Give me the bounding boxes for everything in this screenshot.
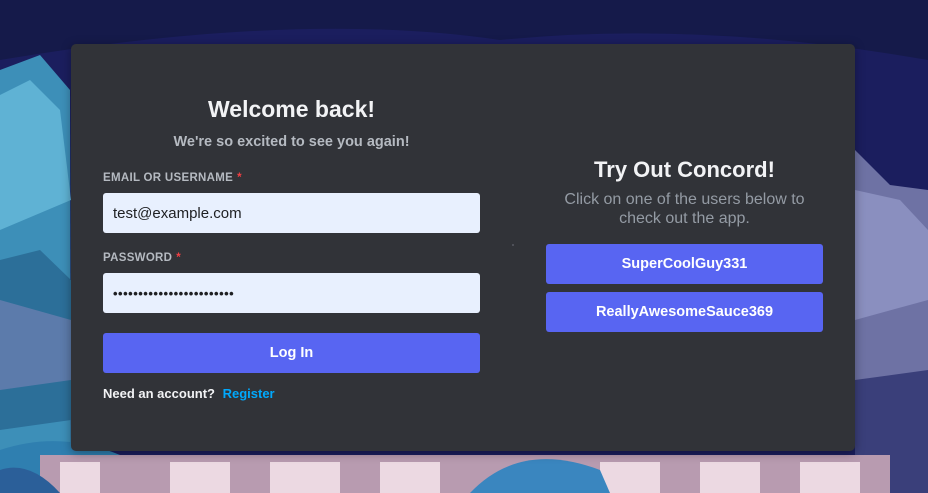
need-account-text: Need an account?	[103, 386, 215, 401]
email-label-text: EMAIL OR USERNAME	[103, 172, 234, 184]
password-field[interactable]	[103, 273, 480, 313]
login-subtitle: We're so excited to see you again!	[173, 134, 410, 150]
demo-user-button[interactable]: SuperCoolGuy331	[546, 244, 823, 284]
try-out-description: Click on one of the users below to check…	[564, 191, 805, 227]
password-label: PASSWORD *	[103, 252, 181, 264]
divider	[512, 244, 514, 246]
login-title: Welcome back!	[207, 96, 376, 122]
demo-user-button[interactable]: ReallyAwesomeSauce369	[546, 292, 823, 332]
register-link[interactable]: Register	[223, 386, 275, 401]
email-label: EMAIL OR USERNAME *	[103, 172, 242, 184]
password-label-text: PASSWORD	[103, 252, 173, 264]
login-button[interactable]: Log In	[103, 333, 480, 373]
required-marker: *	[237, 172, 242, 184]
email-field[interactable]	[103, 193, 480, 233]
try-out-title: Try Out Concord!	[594, 157, 775, 182]
register-row: Need an account? Register	[103, 386, 275, 401]
login-card: Welcome back! We're so excited to see yo…	[71, 44, 855, 451]
required-marker: *	[176, 252, 182, 264]
